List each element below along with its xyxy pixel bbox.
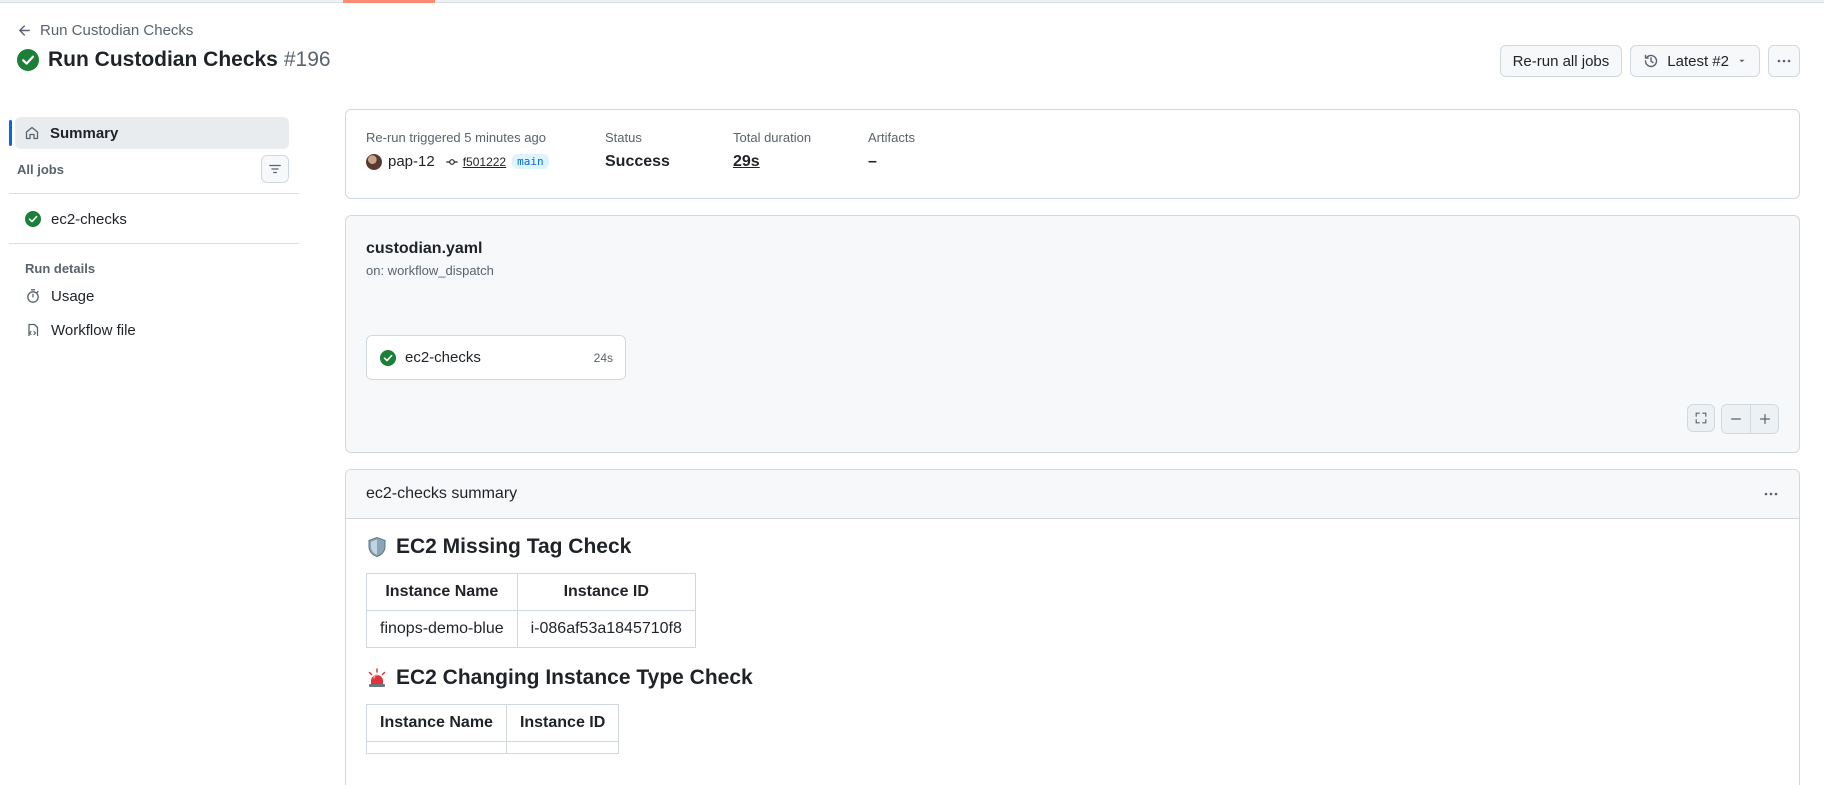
summary-more-button[interactable] — [1757, 480, 1785, 508]
trigger-info: Re-run triggered 5 minutes ago pap-12 f5… — [366, 130, 549, 170]
table-cell — [505, 741, 620, 754]
active-tab-indicator — [343, 0, 435, 3]
duration-label: Total duration — [733, 130, 812, 145]
rerun-all-jobs-button[interactable]: Re-run all jobs — [1499, 45, 1623, 77]
kebab-horizontal-icon — [1777, 59, 1791, 63]
column-header: Instance Name — [366, 704, 507, 742]
missing-tag-table: Instance Name Instance ID finops-demo-bl… — [366, 573, 696, 648]
trigger-label: Re-run triggered 5 minutes ago — [366, 130, 546, 145]
sidebar-item-usage[interactable]: Usage — [9, 280, 299, 312]
filter-jobs-button[interactable] — [261, 155, 289, 183]
kebab-horizontal-icon — [1764, 492, 1778, 496]
arrow-left-icon — [19, 25, 30, 36]
table-header-row: Instance Name Instance ID — [366, 573, 696, 611]
sidebar-workflow-file-label: Workflow file — [51, 321, 136, 339]
triangle-down-icon — [1739, 59, 1745, 63]
table-header-row: Instance Name Instance ID — [366, 704, 620, 742]
column-header: Instance ID — [516, 573, 696, 611]
graph-job-name: ec2-checks — [405, 349, 481, 366]
avatar[interactable] — [366, 153, 382, 170]
run-title: Run Custodian Checks — [48, 48, 278, 71]
actor-link[interactable]: pap-12 — [388, 153, 435, 170]
sidebar-usage-label: Usage — [51, 287, 95, 305]
sidebar-job-ec2-checks[interactable]: ec2-checks — [9, 202, 299, 236]
zoom-in-button[interactable] — [1750, 405, 1778, 433]
all-jobs-label: All jobs — [17, 161, 64, 177]
rotating-light-icon — [368, 668, 386, 687]
graph-zoom-controls — [1687, 404, 1779, 434]
table-cell — [366, 741, 507, 754]
commit-sha: f501222 — [462, 154, 507, 169]
sidebar-job-label: ec2-checks — [51, 210, 127, 228]
check-circle-fill-icon — [25, 211, 41, 227]
trigger-details: pap-12 f501222 main — [366, 153, 549, 170]
instance-type-table: Instance Name Instance ID — [366, 704, 620, 754]
back-to-workflow-link[interactable]: Run Custodian Checks — [17, 22, 193, 39]
file-code-icon — [28, 323, 39, 336]
artifacts-value: – — [868, 153, 877, 170]
zoom-out-button[interactable] — [1722, 405, 1750, 433]
artifacts-label: Artifacts — [868, 130, 915, 145]
summary-heading-instance-type: EC2 Changing Instance Type Check — [366, 666, 1779, 690]
branch-label[interactable]: main — [512, 154, 549, 169]
back-link-label: Run Custodian Checks — [40, 22, 194, 39]
plus-icon — [1759, 414, 1770, 424]
run-number: #196 — [283, 48, 331, 71]
sidebar-divider — [9, 193, 299, 194]
artifacts-info: Artifacts – — [868, 130, 915, 171]
git-commit-icon — [446, 158, 458, 165]
rerun-label: Re-run all jobs — [1512, 52, 1610, 70]
status-label: Status — [605, 130, 642, 145]
attempt-selector-button[interactable]: Latest #2 — [1630, 45, 1760, 77]
column-header: Instance ID — [505, 704, 620, 742]
top-nav-border — [0, 0, 1824, 3]
table-row — [366, 741, 620, 754]
history-icon — [1645, 54, 1658, 68]
status-info: Status Success — [605, 130, 670, 171]
run-sidebar: Summary All jobs ec2-checks Run details … — [9, 117, 299, 346]
job-summary-title: ec2-checks summary — [366, 485, 518, 502]
summary-heading-missing-tag: EC2 Missing Tag Check — [366, 535, 1779, 559]
summary-heading-text: EC2 Changing Instance Type Check — [396, 666, 753, 689]
job-summary-body: EC2 Missing Tag Check Instance Name Inst… — [346, 535, 1799, 754]
header-actions: Re-run all jobs Latest #2 — [1499, 45, 1800, 77]
status-value: Success — [605, 153, 670, 170]
graph-job-card[interactable]: ec2-checks 24s — [366, 335, 626, 380]
duration-value-link[interactable]: 29s — [733, 153, 811, 171]
more-options-button[interactable] — [1768, 45, 1800, 77]
sidebar-item-workflow-file[interactable]: Workflow file — [9, 314, 299, 346]
table-cell: finops-demo-blue — [366, 610, 518, 648]
dash-icon — [1731, 418, 1741, 420]
table-row: finops-demo-blue i-086af53a1845710f8 — [366, 610, 696, 648]
shield-icon — [368, 536, 386, 558]
summary-heading-text: EC2 Missing Tag Check — [396, 535, 632, 558]
fullscreen-button[interactable] — [1687, 404, 1715, 432]
run-info-panel: Re-run triggered 5 minutes ago pap-12 f5… — [345, 109, 1800, 199]
workflow-graph-panel: custodian.yaml on: workflow_dispatch ec2… — [345, 215, 1800, 453]
sidebar-summary-label: Summary — [50, 124, 119, 142]
all-jobs-header: All jobs — [9, 152, 299, 186]
commit-link[interactable]: f501222 — [445, 155, 506, 169]
stopwatch-icon — [27, 289, 39, 303]
job-summary-panel: ec2-checks summary EC2 Missing Tag Check… — [345, 469, 1800, 785]
job-summary-header: ec2-checks summary — [346, 470, 1799, 519]
screen-full-icon — [1695, 412, 1707, 424]
filter-icon — [269, 164, 281, 174]
sidebar-item-summary[interactable]: Summary — [9, 117, 289, 149]
sidebar-divider — [9, 243, 299, 244]
duration-info: Total duration 29s — [733, 130, 811, 171]
column-header: Instance Name — [366, 573, 518, 611]
check-circle-fill-icon — [380, 349, 396, 366]
table-cell: i-086af53a1845710f8 — [516, 610, 696, 648]
graph-job-duration: 24s — [593, 350, 613, 365]
attempt-label: Latest #2 — [1667, 52, 1729, 70]
workflow-file-name: custodian.yaml — [366, 240, 483, 257]
check-circle-fill-icon — [17, 49, 39, 71]
page-title: Run Custodian Checks #196 — [17, 48, 331, 72]
run-details-header: Run details — [25, 260, 96, 276]
zoom-group — [1721, 404, 1779, 434]
workflow-trigger: on: workflow_dispatch — [366, 263, 494, 278]
home-icon — [25, 126, 39, 140]
